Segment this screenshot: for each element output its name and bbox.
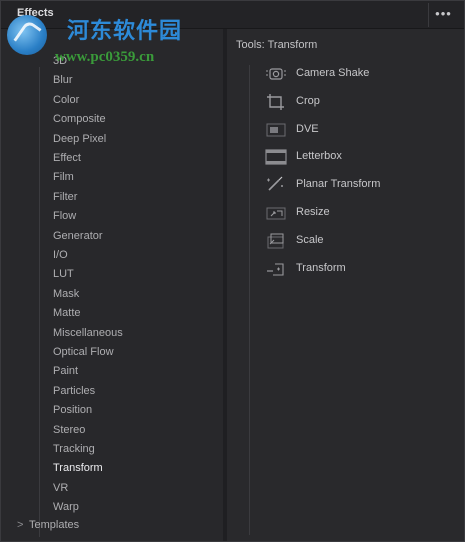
tree-guide-line	[39, 67, 40, 537]
tool-item-letterbox[interactable]: Letterbox	[263, 146, 453, 168]
dve-icon	[263, 119, 289, 141]
chevron-right-icon[interactable]: >	[17, 519, 29, 531]
transform-icon	[263, 258, 289, 280]
planar-transform-icon	[263, 174, 289, 196]
tools-guide-line	[249, 65, 250, 535]
tool-item-planar-transform[interactable]: Planar Transform	[263, 174, 453, 196]
tool-label: Camera Shake	[296, 67, 370, 79]
effects-panel: Effects ••• 3D Blur Color Composite Deep Pix…	[0, 0, 465, 542]
category-item-stereo[interactable]: Stereo	[53, 424, 85, 436]
tool-item-dve[interactable]: DVE	[263, 119, 453, 141]
resize-icon	[263, 202, 289, 224]
category-item-position[interactable]: Position	[53, 404, 92, 416]
category-item-miscellaneous[interactable]: Miscellaneous	[53, 327, 123, 339]
category-item-vr[interactable]: VR	[53, 482, 68, 494]
site-watermark: 河东软件园 www.pc0359.cn	[1, 9, 216, 65]
tool-item-transform[interactable]: Transform	[263, 258, 453, 280]
tool-label: Letterbox	[296, 150, 342, 163]
tool-label: Scale	[296, 233, 324, 246]
tool-label: Planar Transform	[296, 178, 381, 191]
category-item-transform[interactable]: Transform	[53, 462, 103, 474]
tool-label: DVE	[296, 122, 319, 135]
category-item-i-o[interactable]: I/O	[53, 249, 68, 261]
tool-label: Transform	[296, 261, 346, 274]
category-item-matte[interactable]: Matte	[53, 307, 81, 319]
category-item-flow[interactable]: Flow	[53, 210, 76, 222]
category-item-deep-pixel[interactable]: Deep Pixel	[53, 133, 106, 145]
tool-label: Resize	[296, 206, 330, 218]
category-item-filter[interactable]: Filter	[53, 191, 77, 203]
tool-item-scale[interactable]: Scale	[263, 230, 453, 252]
watermark-logo-icon	[7, 15, 47, 55]
category-item-composite[interactable]: Composite	[53, 113, 106, 125]
templates-label: Templates	[29, 519, 80, 531]
tools-pane: Tools: Transform Camera Shake Crop DVE Lett…	[227, 29, 464, 541]
category-item-mask[interactable]: Mask	[53, 288, 79, 300]
tools-header: Tools: Transform	[236, 39, 318, 51]
category-item-particles[interactable]: Particles	[53, 385, 95, 397]
category-item-tracking[interactable]: Tracking	[53, 443, 95, 455]
category-item-lut[interactable]: LUT	[53, 268, 74, 280]
tool-label: Crop	[296, 94, 320, 107]
category-item-blur[interactable]: Blur	[53, 74, 73, 86]
letterbox-icon	[263, 146, 289, 168]
panel-options-button[interactable]: •••	[428, 3, 458, 27]
category-item-warp[interactable]: Warp	[53, 501, 79, 513]
scale-icon	[263, 230, 289, 252]
category-item-generator[interactable]: Generator	[53, 230, 103, 242]
crop-icon	[263, 91, 289, 113]
category-item-paint[interactable]: Paint	[53, 365, 78, 377]
watermark-url: www.pc0359.cn	[55, 49, 155, 65]
tool-item-resize[interactable]: Resize	[263, 202, 453, 224]
category-item-optical-flow[interactable]: Optical Flow	[53, 346, 114, 358]
camera-shake-icon	[263, 63, 289, 85]
tool-item-crop[interactable]: Crop	[263, 91, 453, 113]
category-tree: 3D Blur Color Composite Deep Pixel Effect Film…	[1, 29, 223, 542]
category-item-color[interactable]: Color	[53, 94, 79, 106]
templates-item[interactable]: > Templates	[17, 519, 79, 531]
category-item-film[interactable]: Film	[53, 171, 74, 183]
watermark-chinese-text: 河东软件园	[67, 18, 183, 44]
category-item-effect[interactable]: Effect	[53, 152, 81, 164]
tool-item-camera-shake[interactable]: Camera Shake	[263, 63, 453, 85]
